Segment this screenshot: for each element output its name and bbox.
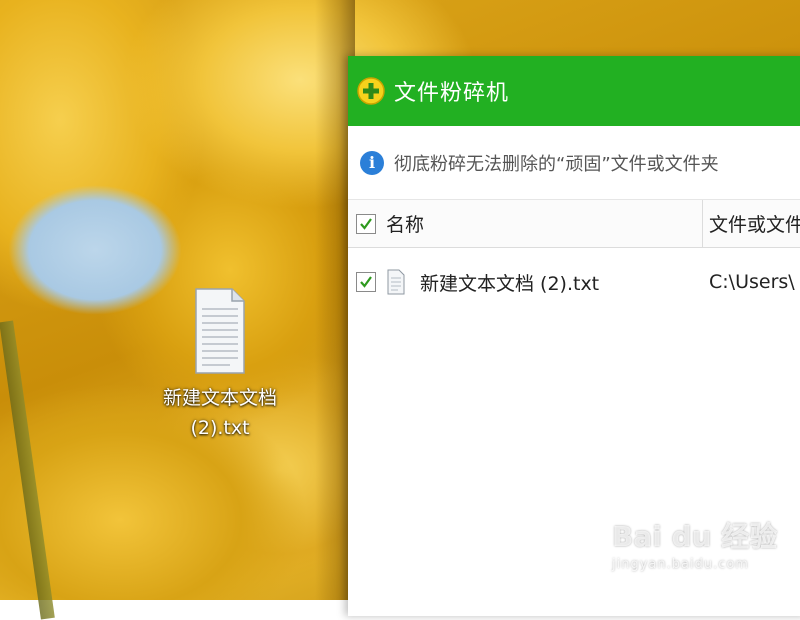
column-label-path: 文件或文件夹 — [709, 214, 800, 236]
text-document-icon — [192, 285, 248, 377]
column-header-name[interactable]: 名称 — [348, 200, 703, 247]
desktop-file-label: 新建文本文档 (2).txt — [162, 387, 277, 439]
window-titlebar[interactable]: 文件粉碎机 — [348, 56, 800, 126]
column-header-path[interactable]: 文件或文件夹 — [703, 200, 800, 247]
wallpaper-stem — [0, 320, 55, 620]
watermark-logo: Bai du 经验 — [612, 520, 778, 553]
text-file-icon — [387, 269, 405, 295]
info-text: 彻底粉碎无法删除的“顽固”文件或文件夹 — [394, 153, 719, 175]
select-all-checkbox[interactable] — [356, 213, 376, 234]
file-table-header: 名称 文件或文件夹 — [348, 200, 800, 248]
check-icon — [360, 217, 372, 230]
info-icon: i — [360, 150, 384, 175]
check-icon — [360, 276, 372, 288]
row-path-cell: C:\Users\ — [703, 248, 800, 316]
table-row[interactable]: 新建文本文档 (2).txt C:\Users\ — [348, 248, 800, 316]
desktop-file-icon[interactable]: 新建文本文档 (2).txt — [160, 285, 280, 443]
baidu-watermark: Bai du 经验 jingyan.baidu.com — [612, 515, 778, 572]
row-name-cell: 新建文本文档 (2).txt — [348, 248, 703, 316]
row-checkbox[interactable] — [356, 272, 376, 292]
info-bar: i 彻底粉碎无法删除的“顽固”文件或文件夹 — [348, 126, 800, 200]
column-label-name: 名称 — [386, 214, 425, 236]
plus-circle-icon — [357, 77, 385, 105]
row-file-name: 新建文本文档 (2).txt — [420, 272, 600, 295]
window-title: 文件粉碎机 — [394, 81, 510, 106]
watermark-url: jingyan.baidu.com — [612, 557, 749, 572]
row-file-path: C:\Users\ — [709, 271, 795, 293]
